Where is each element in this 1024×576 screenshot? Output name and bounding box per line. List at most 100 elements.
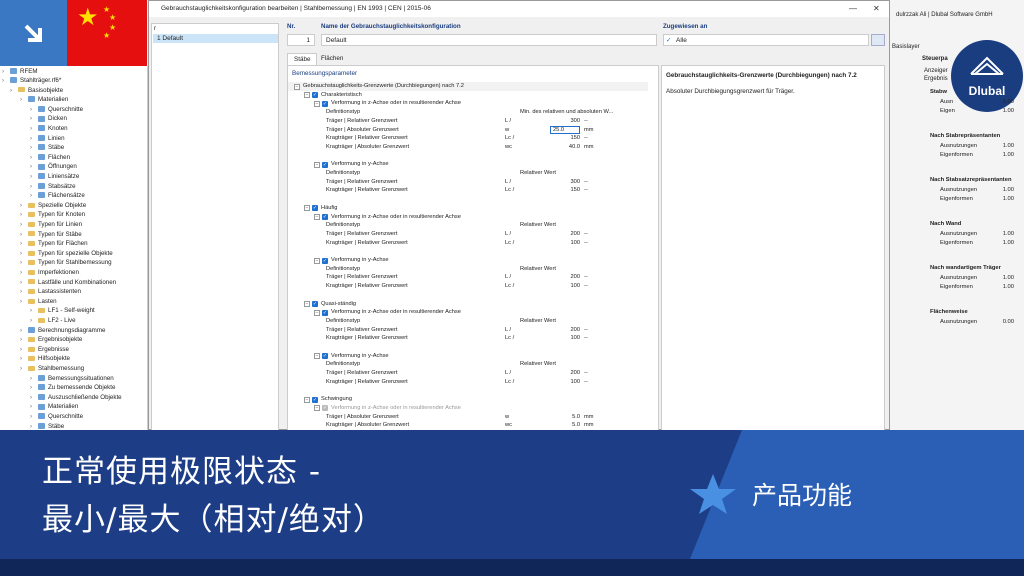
- grid-row[interactable]: − ✓ Verformung in y-Achse: [288, 352, 648, 361]
- tab-flaechen[interactable]: Flächen: [315, 53, 349, 65]
- tab-staebe[interactable]: Stäbe: [287, 53, 318, 65]
- grid-row[interactable]: Träger | Absoluter Grenzwert w 5.0 mm: [288, 413, 648, 422]
- grid-row[interactable]: Kragträger | Absoluter Grenzwert wc 5.0 mm: [288, 421, 648, 430]
- row-value[interactable]: 5.0: [520, 413, 580, 422]
- collapse-icon[interactable]: −: [314, 353, 320, 360]
- minimize-icon[interactable]: —: [849, 1, 857, 17]
- chevron-right-icon[interactable]: ›: [2, 77, 10, 87]
- row-value[interactable]: 200: [520, 273, 581, 282]
- tab-ergebnis[interactable]: Ergebnis: [924, 76, 948, 82]
- grid-row[interactable]: Kragträger | Relativer Grenzwert Lc / 100-…: [288, 282, 648, 291]
- collapse-icon[interactable]: −: [314, 214, 320, 220]
- row-value[interactable]: 150: [520, 186, 581, 195]
- collapse-icon[interactable]: −: [304, 301, 310, 307]
- collapse-icon[interactable]: −: [314, 309, 320, 316]
- collapse-icon[interactable]: −: [314, 100, 320, 107]
- grid-row[interactable]: − ✓ Verformung in z-Achse oder in resultie…: [288, 308, 648, 317]
- tree-item[interactable]: › Typen für spezielle Objekte: [20, 249, 113, 259]
- grid-row[interactable]: Träger | Relativer Grenzwert L / 300 --: [288, 178, 648, 187]
- grid-row[interactable]: Kragträger | Relativer Grenzwert Lc / 100-…: [288, 334, 648, 343]
- row-value[interactable]: Relativer Wert: [520, 317, 630, 326]
- tree-item[interactable]: › Stabsätze: [30, 182, 76, 192]
- list-item-default[interactable]: 1 Default: [153, 34, 278, 43]
- tree-item[interactable]: › Ergebnisse: [20, 345, 69, 355]
- tree-item[interactable]: › Liniensätze: [30, 172, 79, 182]
- grid-row[interactable]: Definitionstyp Relativer Wert: [288, 317, 648, 326]
- grid-row[interactable]: Definitionstyp Relativer Wert: [288, 360, 648, 369]
- collapse-icon[interactable]: −: [314, 405, 320, 412]
- tree-item[interactable]: › Öffnungen: [30, 162, 77, 172]
- row-value[interactable]: Min. des relativen und absoluten W...: [520, 108, 630, 117]
- grid-row[interactable]: Träger | Relativer Grenzwert L / 200 --: [288, 326, 648, 335]
- row-value[interactable]: 200: [520, 326, 581, 335]
- tree-item[interactable]: › Knoten: [30, 124, 68, 134]
- row-value[interactable]: 300: [520, 117, 581, 126]
- grid-row[interactable]: Definitionstyp Relativer Wert: [288, 221, 648, 230]
- row-value[interactable]: 150: [520, 134, 581, 143]
- assigned-field[interactable]: ✓ Alle: [663, 34, 869, 46]
- tree-item[interactable]: › Flächensätze: [30, 191, 85, 201]
- collapse-icon[interactable]: −: [294, 83, 300, 90]
- panel-section-header[interactable]: Nach wandartigem Träger: [930, 264, 1024, 272]
- grid-row[interactable]: Kragträger | Relativer Grenzwert Lc / 150-…: [288, 134, 648, 143]
- row-value[interactable]: Relativer Wert: [520, 360, 630, 369]
- grid-row[interactable]: Kragträger | Relativer Grenzwert Lc / 100-…: [288, 239, 648, 248]
- row-value[interactable]: 300: [520, 178, 581, 187]
- grid-row[interactable]: − ✓ Verformung in y-Achse: [288, 160, 648, 169]
- grid-row[interactable]: Definitionstyp Relativer Wert: [288, 169, 648, 178]
- grid-row[interactable]: [288, 247, 648, 256]
- tree-item[interactable]: › Dicken: [30, 114, 67, 124]
- chevron-right-icon[interactable]: ›: [20, 365, 28, 375]
- row-value[interactable]: Relativer Wert: [520, 169, 630, 178]
- grid-row[interactable]: Träger | Relativer Grenzwert L / 200 --: [288, 369, 648, 378]
- checkbox[interactable]: ✓: [322, 257, 328, 264]
- grid-row[interactable]: − ✓ Verformung in z-Achse oder in resultie…: [288, 99, 648, 108]
- tree-item[interactable]: › Lasten: [20, 297, 57, 307]
- panel-section-header[interactable]: Nach Stabrepräsentanten: [930, 132, 1024, 140]
- grid-row[interactable]: Träger | Relativer Grenzwert L / 200 --: [288, 273, 648, 282]
- collapse-icon[interactable]: −: [314, 161, 320, 168]
- checkbox[interactable]: ✓: [322, 161, 328, 168]
- checkbox[interactable]: ✓: [322, 100, 328, 107]
- grid-row[interactable]: − ✓ Schwingung: [288, 395, 648, 404]
- tree-item[interactable]: › Spezielle Objekte: [20, 201, 86, 211]
- checkbox[interactable]: ✓: [322, 214, 328, 220]
- tree-item[interactable]: › Materialien: [30, 402, 78, 412]
- tree-item[interactable]: › Linien: [30, 134, 65, 144]
- tree-item[interactable]: › Bemessungssituationen: [30, 374, 114, 384]
- row-value[interactable]: Relativer Wert: [520, 265, 630, 274]
- collapse-icon[interactable]: −: [314, 257, 320, 264]
- grid-row[interactable]: [288, 152, 648, 161]
- chevron-right-icon[interactable]: ›: [20, 298, 28, 308]
- tree-item[interactable]: › Berechnungsdiagramme: [20, 326, 105, 336]
- tree-item[interactable]: › Typen für Knoten: [20, 210, 85, 220]
- grid-row[interactable]: − ✓ Verformung in z-Achse oder in resultie…: [288, 404, 648, 413]
- tree-item[interactable]: › Stäbe: [30, 143, 64, 153]
- grid-row[interactable]: Kragträger | Relativer Grenzwert Lc / 150-…: [288, 186, 648, 195]
- grid-row[interactable]: Träger | Relativer Grenzwert L / 200 --: [288, 230, 648, 239]
- grid-row[interactable]: Träger | Absoluter Grenzwert w 25.0 mm: [288, 125, 648, 135]
- grid-row[interactable]: [288, 291, 648, 300]
- grid-row[interactable]: − ✓ Häufig: [288, 204, 648, 213]
- panel-section-header[interactable]: Nach Stabsatzrepräsentanten: [930, 176, 1024, 184]
- panel-section-header[interactable]: Nach Wand: [930, 220, 1024, 228]
- checkbox[interactable]: ✓: [322, 405, 328, 412]
- grid-row[interactable]: [288, 343, 648, 352]
- grid-row[interactable]: Kragträger | Relativer Grenzwert Lc / 100-…: [288, 378, 648, 387]
- tab-anzeige[interactable]: Anzeiger: [924, 68, 948, 74]
- layer-selector[interactable]: Basislayer: [892, 44, 920, 50]
- grid-row[interactable]: [288, 387, 648, 396]
- row-value[interactable]: 100: [520, 334, 581, 343]
- row-value[interactable]: 25.0: [550, 125, 580, 134]
- chevron-right-icon[interactable]: ›: [10, 87, 18, 97]
- grid-row[interactable]: − ✓ Verformung in z-Achse oder in resultie…: [288, 213, 648, 222]
- tree-item[interactable]: › Typen für Flächen: [20, 239, 88, 249]
- tree-item[interactable]: › Typen für Linien: [20, 220, 82, 230]
- row-value[interactable]: 100: [520, 239, 581, 248]
- tree-item[interactable]: › Stahlbemessung: [20, 364, 84, 374]
- grid-row[interactable]: [288, 195, 648, 204]
- grid-row[interactable]: Kragträger | Absoluter Grenzwert wc 40.0 mm: [288, 143, 648, 152]
- grid-row[interactable]: − ✓ Charakteristisch: [288, 91, 648, 100]
- tree-item[interactable]: › Zu bemessende Objekte: [30, 383, 115, 393]
- checkbox[interactable]: ✓: [312, 205, 318, 212]
